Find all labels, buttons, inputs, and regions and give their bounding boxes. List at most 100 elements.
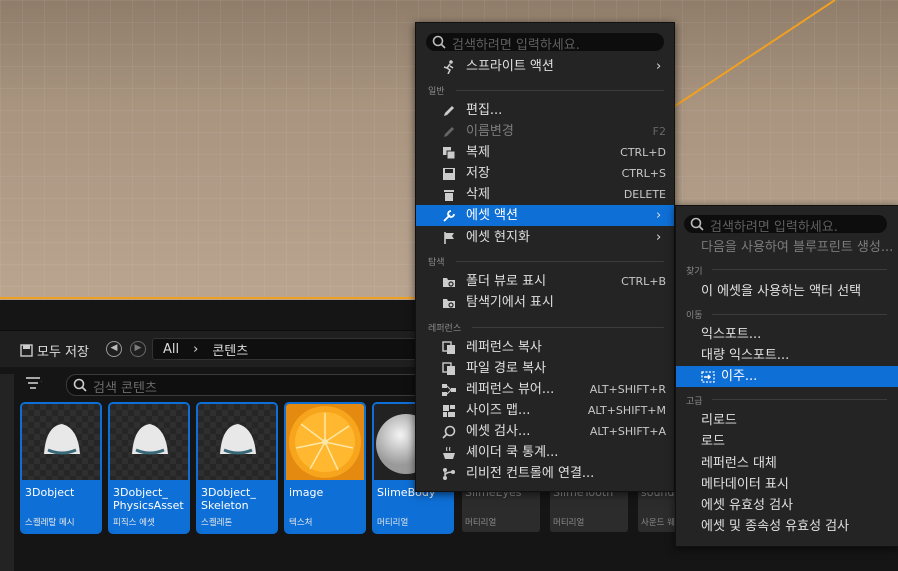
menu-item-duplicate[interactable]: 복제 CTRL+D [416,142,674,163]
shortcut-label: CTRL+D [620,146,666,159]
menu-item-create-blueprint[interactable]: 다음을 사용하여 블루프린트 생성... [676,237,898,258]
menu-item-validate-assets[interactable]: 에셋 유효성 검사 [676,495,898,516]
menu-item-label: 레퍼런스 뷰어... [466,382,555,397]
menu-item-copy-file-path[interactable]: 파일 경로 복사 [416,358,674,379]
section-header-general: 일반 [428,87,445,97]
menu-item-label: 에셋 및 종속성 유효성 검사 [701,519,850,534]
menu-item-label: 편집... [466,103,503,118]
asset-type: 머티리얼 [377,518,409,528]
menu-item-label: 폴더 뷰로 표시 [466,274,547,289]
asset-actions-submenu: 검색하려면 입력하세요. 다음을 사용하여 블루프린트 생성... 찾기 이 에… [675,205,898,547]
asset-tile[interactable]: 3Dobject_ PhysicsAsset 피직스 에셋 [108,402,190,534]
save-all-label: 모두 저장 [37,345,89,360]
menu-item-export[interactable]: 익스포트... [676,324,898,345]
shortcut-label: DELETE [623,188,666,201]
menu-item-edit[interactable]: 편집... [416,100,674,121]
save-all-button[interactable]: 모두 저장 [20,341,89,360]
asset-tile[interactable]: 3Dobject 스켈레탈 메시 [20,402,102,534]
shortcut-label: ALT+SHIFT+R [589,383,666,396]
menu-item-sprite-actions[interactable]: 스프라이트 액션 › [416,56,674,77]
asset-tile[interactable]: image 텍스처 [284,402,366,534]
rename-icon [442,125,456,139]
context-menu-search-placeholder: 검색하려면 입력하세요. [452,38,580,53]
shortcut-label: ALT+SHIFT+A [589,425,666,438]
sources-collapsed-bar[interactable] [0,374,14,571]
migrate-icon [701,370,715,384]
flag-icon [442,231,456,245]
asset-type: 머티리얼 [553,518,585,528]
asset-name: 3Dobject_ Skeleton [201,486,256,512]
menu-item-shader-cook-stats[interactable]: 셰이더 쿡 통계... [416,442,674,463]
divider [712,314,887,315]
menu-item-replace-references[interactable]: 레퍼런스 대체 [676,453,898,474]
menu-item-asset-actions[interactable]: 에셋 액션 › [416,205,674,226]
menu-item-label: 레퍼런스 대체 [701,456,777,471]
trash-icon [442,188,456,202]
divider [712,399,887,400]
menu-item-label: 에셋 유효성 검사 [701,498,793,513]
breadcrumb-all[interactable]: All [163,342,179,357]
back-arrow-icon[interactable]: ◀ [106,341,122,357]
content-search-input[interactable]: 검색 콘텐츠 [66,374,428,396]
menu-item-label: 이 에셋을 사용하는 액터 선택 [701,284,862,299]
menu-item-connect-revision-control[interactable]: 리비전 컨트롤에 연결... [416,463,674,484]
menu-item-show-folder-view[interactable]: 폴더 뷰로 표시 CTRL+B [416,271,674,292]
chevron-right-icon: › [656,208,662,223]
menu-item-label: 익스포트... [701,327,762,342]
filter-icon[interactable] [26,376,42,390]
asset-info: image 텍스처 [286,480,364,532]
menu-item-label: 파일 경로 복사 [466,361,547,376]
menu-item-label: 이주... [721,369,758,384]
asset-thumbnail [198,404,276,480]
wrench-icon [442,209,456,223]
menu-item-reload[interactable]: 리로드 [676,410,898,431]
shortcut-label: CTRL+B [621,275,666,288]
asset-type: 피직스 에셋 [113,518,155,528]
menu-item-label: 이름변경 [466,124,514,139]
menu-item-rename[interactable]: 이름변경 F2 [416,121,674,142]
shortcut-label: ALT+SHIFT+M [587,404,666,417]
menu-item-label: 메타데이터 표시 [701,477,789,492]
menu-item-migrate[interactable]: 이주... [676,366,898,387]
menu-item-size-map[interactable]: 사이즈 맵... ALT+SHIFT+M [416,400,674,421]
context-menu-search-input[interactable]: 검색하려면 입력하세요. [426,33,664,53]
duplicate-icon [442,146,456,160]
asset-info: 3Dobject_ PhysicsAsset 피직스 에셋 [110,480,188,532]
menu-item-label: 다음을 사용하여 블루프린트 생성... [701,240,894,255]
asset-type: 스켈레탈 메시 [25,518,75,528]
section-header-find: 찾기 [686,267,703,277]
magnifier-icon [442,425,456,439]
menu-item-select-actors[interactable]: 이 에셋을 사용하는 액터 선택 [676,281,898,302]
asset-thumbnail [22,404,100,480]
cooking-pot-icon [442,446,456,460]
menu-item-label: 로드 [701,434,725,449]
pencil-icon [442,104,456,118]
menu-item-load[interactable]: 로드 [676,431,898,452]
breadcrumb-content[interactable]: 콘텐츠 [212,340,248,359]
menu-item-validate-assets-dependencies[interactable]: 에셋 및 종속성 유효성 검사 [676,516,898,537]
menu-item-label: 에셋 액션 [466,208,518,223]
menu-item-show-metadata[interactable]: 메타데이터 표시 [676,474,898,495]
asset-type: 스켈레톤 [201,518,233,528]
menu-item-show-in-explorer[interactable]: 탐색기에서 표시 [416,292,674,313]
menu-item-reference-viewer[interactable]: 레퍼런스 뷰어... ALT+SHIFT+R [416,379,674,400]
menu-item-label: 에셋 검사... [466,424,531,439]
asset-info: 3Dobject 스켈레탈 메시 [22,480,100,532]
menu-item-copy-reference[interactable]: 레퍼런스 복사 [416,337,674,358]
menu-item-delete[interactable]: 삭제 DELETE [416,184,674,205]
menu-item-label: 탐색기에서 표시 [466,295,554,310]
submenu-search-input[interactable]: 검색하려면 입력하세요. [684,215,887,235]
menu-item-audit-assets[interactable]: 에셋 검사... ALT+SHIFT+A [416,421,674,442]
forward-arrow-icon[interactable]: ▶ [130,341,146,357]
shortcut-label: F2 [652,125,666,138]
divider [712,269,887,270]
menu-item-label: 대량 익스포트... [701,348,790,363]
asset-tile[interactable]: 3Dobject_ Skeleton 스켈레톤 [196,402,278,534]
search-icon [690,217,704,231]
size-map-icon [442,404,456,418]
chevron-right-icon: › [656,59,662,74]
menu-item-asset-localization[interactable]: 에셋 현지화 › [416,227,674,248]
section-header-advanced: 고급 [686,397,703,407]
menu-item-bulk-export[interactable]: 대량 익스포트... [676,345,898,366]
menu-item-save[interactable]: 저장 CTRL+S [416,163,674,184]
